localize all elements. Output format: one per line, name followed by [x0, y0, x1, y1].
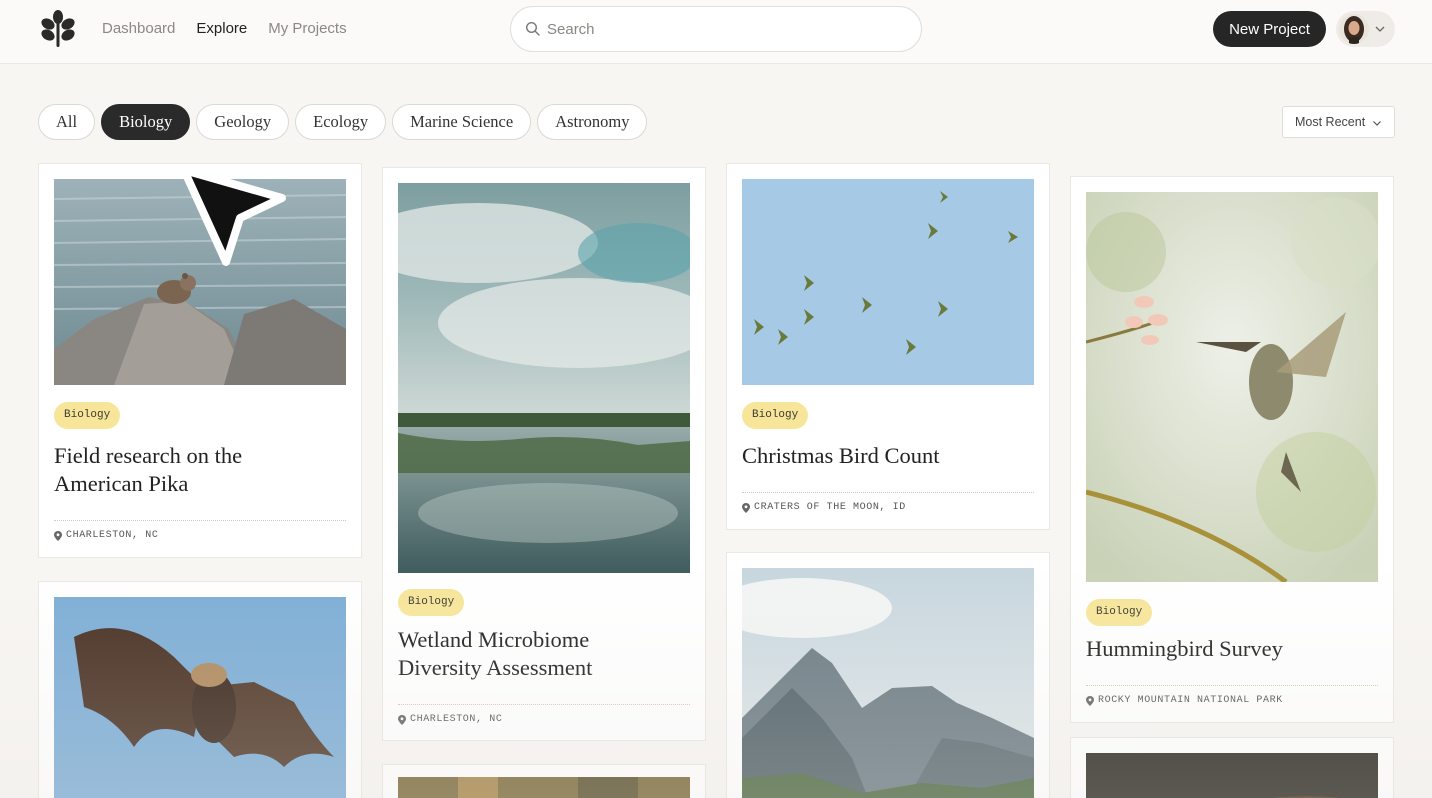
hummingbird-photo [1086, 192, 1378, 582]
sort-dropdown[interactable]: Most Recent [1282, 106, 1395, 138]
map-pin-icon [54, 530, 62, 541]
chevron-down-icon [1375, 26, 1385, 32]
sort-label: Most Recent [1295, 115, 1366, 129]
leaf-logo-icon[interactable] [40, 10, 76, 48]
project-card-wetland[interactable]: Biology Wetland Microbiome Diversity Ass… [382, 167, 706, 741]
map-pin-icon [742, 502, 750, 513]
search-input[interactable] [547, 7, 907, 51]
category-tag: Biology [54, 402, 121, 429]
main-nav: Dashboard Explore My Projects [102, 19, 347, 39]
project-photo [1086, 753, 1378, 798]
filter-ecology[interactable]: Ecology [295, 104, 387, 140]
account-menu[interactable] [1336, 11, 1395, 47]
project-card-mountains[interactable] [726, 552, 1050, 798]
nav-my-projects[interactable]: My Projects [268, 19, 346, 39]
top-navigation-bar: Dashboard Explore My Projects New Projec… [0, 0, 1432, 64]
project-card-hummingbird[interactable]: Biology Hummingbird Survey ROCKY MOUNTAI… [1070, 176, 1394, 723]
wetland-photo [398, 183, 690, 573]
new-project-button[interactable]: New Project [1213, 11, 1326, 47]
card-location: CHARLESTON, NC [54, 530, 158, 541]
project-card-bat[interactable] [38, 581, 362, 798]
bat-photo [54, 597, 346, 798]
filter-all[interactable]: All [38, 104, 96, 140]
divider [398, 704, 690, 705]
mouse-cursor-icon [180, 166, 286, 266]
map-pin-icon [398, 714, 406, 725]
nav-explore[interactable]: Explore [196, 19, 247, 39]
mountain-photo [742, 568, 1034, 798]
card-title: Christmas Bird Count [742, 443, 940, 468]
card-location: CHARLESTON, NC [398, 714, 502, 725]
location-text: CHARLESTON, NC [66, 530, 159, 541]
filter-geology[interactable]: Geology [196, 104, 290, 140]
card-title: Field research on the American Pika [54, 443, 243, 496]
project-card-bird-count[interactable]: Biology Christmas Bird Count CRATERS OF … [726, 163, 1050, 530]
card-title: Wetland Microbiome Diversity Assessment [398, 627, 593, 680]
divider [1086, 685, 1378, 686]
map-pin-icon [1086, 695, 1094, 706]
divider [54, 520, 346, 521]
category-tag: Biology [398, 589, 465, 616]
nav-dashboard[interactable]: Dashboard [102, 19, 175, 39]
card-location: ROCKY MOUNTAIN NATIONAL PARK [1086, 695, 1283, 706]
search-box[interactable] [510, 6, 922, 52]
location-text: ROCKY MOUNTAIN NATIONAL PARK [1098, 695, 1283, 706]
category-tag: Biology [1086, 599, 1153, 626]
filter-biology[interactable]: Biology [101, 104, 191, 140]
divider [742, 492, 1034, 493]
project-card-partial[interactable] [382, 764, 706, 798]
filter-marine-science[interactable]: Marine Science [392, 104, 532, 140]
card-location: CRATERS OF THE MOON, ID [742, 502, 906, 513]
project-card-partial-2[interactable] [1070, 737, 1394, 798]
location-text: CRATERS OF THE MOON, ID [754, 502, 906, 513]
project-photo [398, 777, 690, 798]
chevron-down-icon [1373, 121, 1381, 126]
filter-astronomy[interactable]: Astronomy [537, 104, 648, 140]
location-text: CHARLESTON, NC [410, 714, 503, 725]
avatar [1339, 14, 1369, 44]
category-filters: All Biology Geology Ecology Marine Scien… [38, 104, 648, 140]
search-icon [525, 21, 540, 36]
category-tag: Biology [742, 402, 809, 429]
birds-photo [742, 179, 1034, 385]
card-title: Hummingbird Survey [1086, 636, 1283, 661]
